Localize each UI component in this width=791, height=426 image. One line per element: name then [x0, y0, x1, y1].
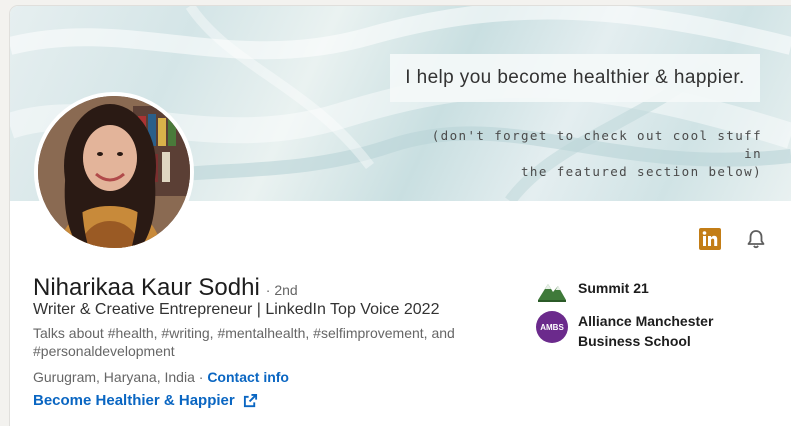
location-separator: ·	[194, 369, 208, 385]
org-name-summit-21: Summit 21	[578, 280, 649, 296]
external-link-icon	[243, 393, 257, 408]
ambs-logo-text: AMBS	[540, 323, 564, 332]
website-link[interactable]: Become Healthier & Happier	[33, 392, 258, 409]
banner-tagline: I help you become healthier & happier.	[390, 54, 760, 102]
linkedin-icon[interactable]	[697, 226, 723, 252]
banner-note: (don't forget to check out cool stuff in…	[412, 127, 762, 181]
profile-location: Gurugram, Haryana, India	[33, 369, 195, 385]
profile-name: Niharikaa Kaur Sodhi	[33, 274, 260, 301]
name-row: Niharikaa Kaur Sodhi · 2nd	[33, 274, 298, 302]
location-row: Gurugram, Haryana, India · Contact info	[33, 369, 289, 385]
org-summit-21[interactable]: Summit 21	[536, 274, 649, 306]
banner-note-line2: the featured section below)	[521, 164, 762, 179]
bell-icon[interactable]	[743, 226, 769, 252]
mountain-logo	[536, 274, 568, 306]
profile-card: I help you become healthier & happier. (…	[10, 6, 791, 426]
contact-info-link[interactable]: Contact info	[207, 369, 289, 385]
connection-degree: · 2nd	[265, 282, 298, 298]
talks-about: Talks about #health, #writing, #mentalhe…	[33, 325, 455, 359]
profile-headline: Writer & Creative Entrepreneur | LinkedI…	[33, 301, 440, 318]
banner-note-line1: (don't forget to check out cool stuff in	[431, 128, 762, 161]
profile-photo[interactable]	[34, 92, 194, 252]
ambs-logo: AMBS	[536, 311, 568, 343]
website-link-label: Become Healthier & Happier	[33, 392, 235, 409]
org-name-ambs: Alliance Manchester Business School	[578, 313, 714, 349]
org-ambs[interactable]: AMBS Alliance Manchester Business School	[536, 311, 776, 351]
